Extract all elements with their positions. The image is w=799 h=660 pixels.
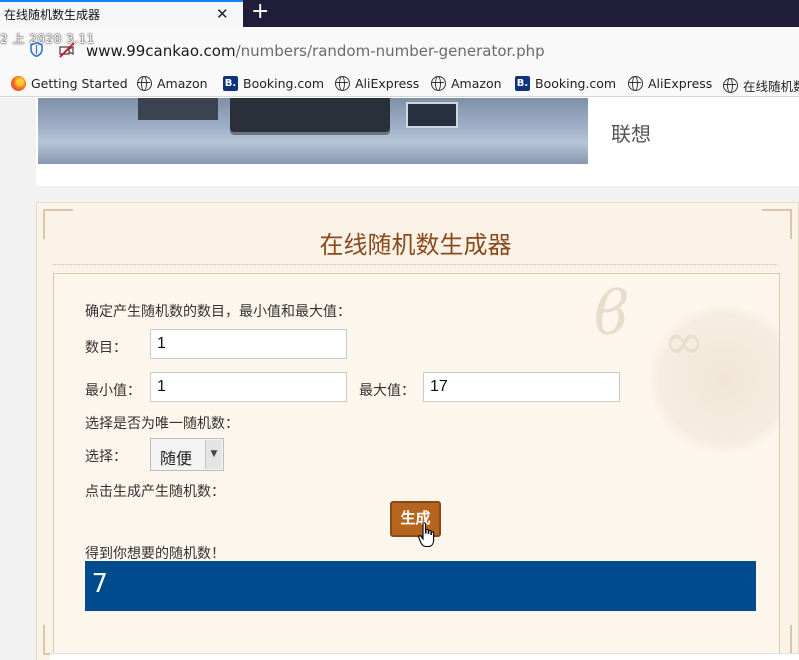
product-image[interactable] (38, 98, 588, 164)
min-label: 最小值： (85, 383, 141, 399)
shelf-graphic (38, 142, 588, 164)
count-input[interactable]: 1 (150, 329, 347, 359)
chevron-down-icon[interactable]: ▼ (205, 440, 222, 469)
product-card[interactable]: 联想 (36, 98, 799, 186)
new-tab-button[interactable]: + (251, 0, 269, 24)
globe-icon (723, 78, 738, 93)
booking-icon: B. (515, 76, 530, 91)
globe-icon (335, 76, 350, 91)
bookmark-random-number[interactable]: 在线随机数 (723, 76, 799, 95)
unique-select[interactable]: 随便 ▼ (150, 438, 224, 471)
bookmark-amazon[interactable]: Amazon (137, 76, 208, 91)
tab-title: 在线随机数生成器 (4, 8, 101, 22)
result-label: 得到你想要的随机数！ (85, 546, 225, 562)
unique-prompt: 选择是否为唯一随机数： (85, 416, 239, 432)
bookmark-label: Getting Started (31, 76, 128, 91)
booking-icon: B. (223, 76, 238, 91)
select-label: 选择： (85, 449, 127, 465)
click-prompt: 点击生成产生随机数： (85, 484, 225, 500)
bookmark-booking[interactable]: B. Booking.com (223, 76, 324, 91)
max-label: 最大值： (359, 383, 415, 399)
tab-strip: 在线随机数生成器 ✕ + (0, 0, 799, 27)
url-path: /numbers/random-number-generator.php (235, 42, 545, 60)
min-input[interactable]: 1 (150, 372, 347, 402)
globe-icon (431, 76, 446, 91)
hand-cursor-icon (418, 522, 435, 548)
generator-panel: 在线随机数生成器 ϐ ∞ 确定产生随机数的数目，最小值和最大值： 数目： 1 最… (36, 202, 799, 660)
bookmark-getting-started[interactable]: Getting Started (11, 76, 128, 91)
next-section (50, 653, 799, 660)
tablet-graphic (406, 102, 458, 128)
bookmarks-toolbar: Getting Started Amazon B. Booking.com Al… (0, 72, 799, 97)
active-tab[interactable]: 在线随机数生成器 ✕ (0, 0, 243, 27)
instruction-text: 确定产生随机数的数目，最小值和最大值： (85, 304, 351, 320)
url-field[interactable]: www.99cankao.com/numbers/random-number-g… (86, 42, 545, 60)
title-divider (53, 264, 778, 265)
monitor-graphic (138, 98, 218, 120)
bookmark-label: Booking.com (535, 76, 617, 91)
globe-icon (137, 76, 152, 91)
bookmark-label: Amazon (157, 76, 208, 91)
bookmark-label: AliExpress (648, 76, 713, 91)
blocked-camera-icon[interactable] (58, 42, 76, 58)
firefox-icon (11, 76, 26, 91)
bookmark-label: AliExpress (355, 76, 420, 91)
max-input[interactable]: 17 (423, 372, 620, 402)
url-host: www.99cankao.com (86, 42, 236, 60)
select-value: 随便 (160, 449, 193, 468)
bookmark-aliexpress[interactable]: AliExpress (335, 76, 419, 91)
shield-icon[interactable] (30, 42, 43, 57)
bookmark-label: Amazon (451, 76, 502, 91)
background-decoration: ∞ (664, 314, 704, 370)
timestamp-overlay: 2 上 2020 3.11 (0, 32, 95, 46)
bookmark-amazon-2[interactable]: Amazon (431, 76, 502, 91)
bookmark-label: Booking.com (243, 76, 325, 91)
result-output: 7 (85, 561, 756, 611)
bookmark-label: 在线随机数 (743, 79, 799, 94)
product-name[interactable]: 联想 (611, 118, 651, 147)
bookmark-booking-2[interactable]: B. Booking.com (515, 76, 616, 91)
laptop-graphic (230, 98, 390, 132)
navigation-bar: 2 上 2020 3.11 www.99cankao.com/numbers/r… (0, 27, 799, 72)
background-decoration: ϐ (594, 279, 629, 349)
generator-form: ϐ ∞ 确定产生随机数的数目，最小值和最大值： 数目： 1 最小值： 1 最大值… (53, 273, 780, 658)
bookmark-aliexpress-2[interactable]: AliExpress (628, 76, 712, 91)
close-icon[interactable]: ✕ (216, 5, 229, 23)
count-label: 数目： (85, 340, 127, 356)
page-title: 在线随机数生成器 (319, 231, 512, 259)
page-content: 联想 在线随机数生成器 ϐ ∞ 确定产生随机数的数目，最小值和最大值： 数目： … (0, 98, 799, 660)
globe-icon (628, 76, 643, 91)
